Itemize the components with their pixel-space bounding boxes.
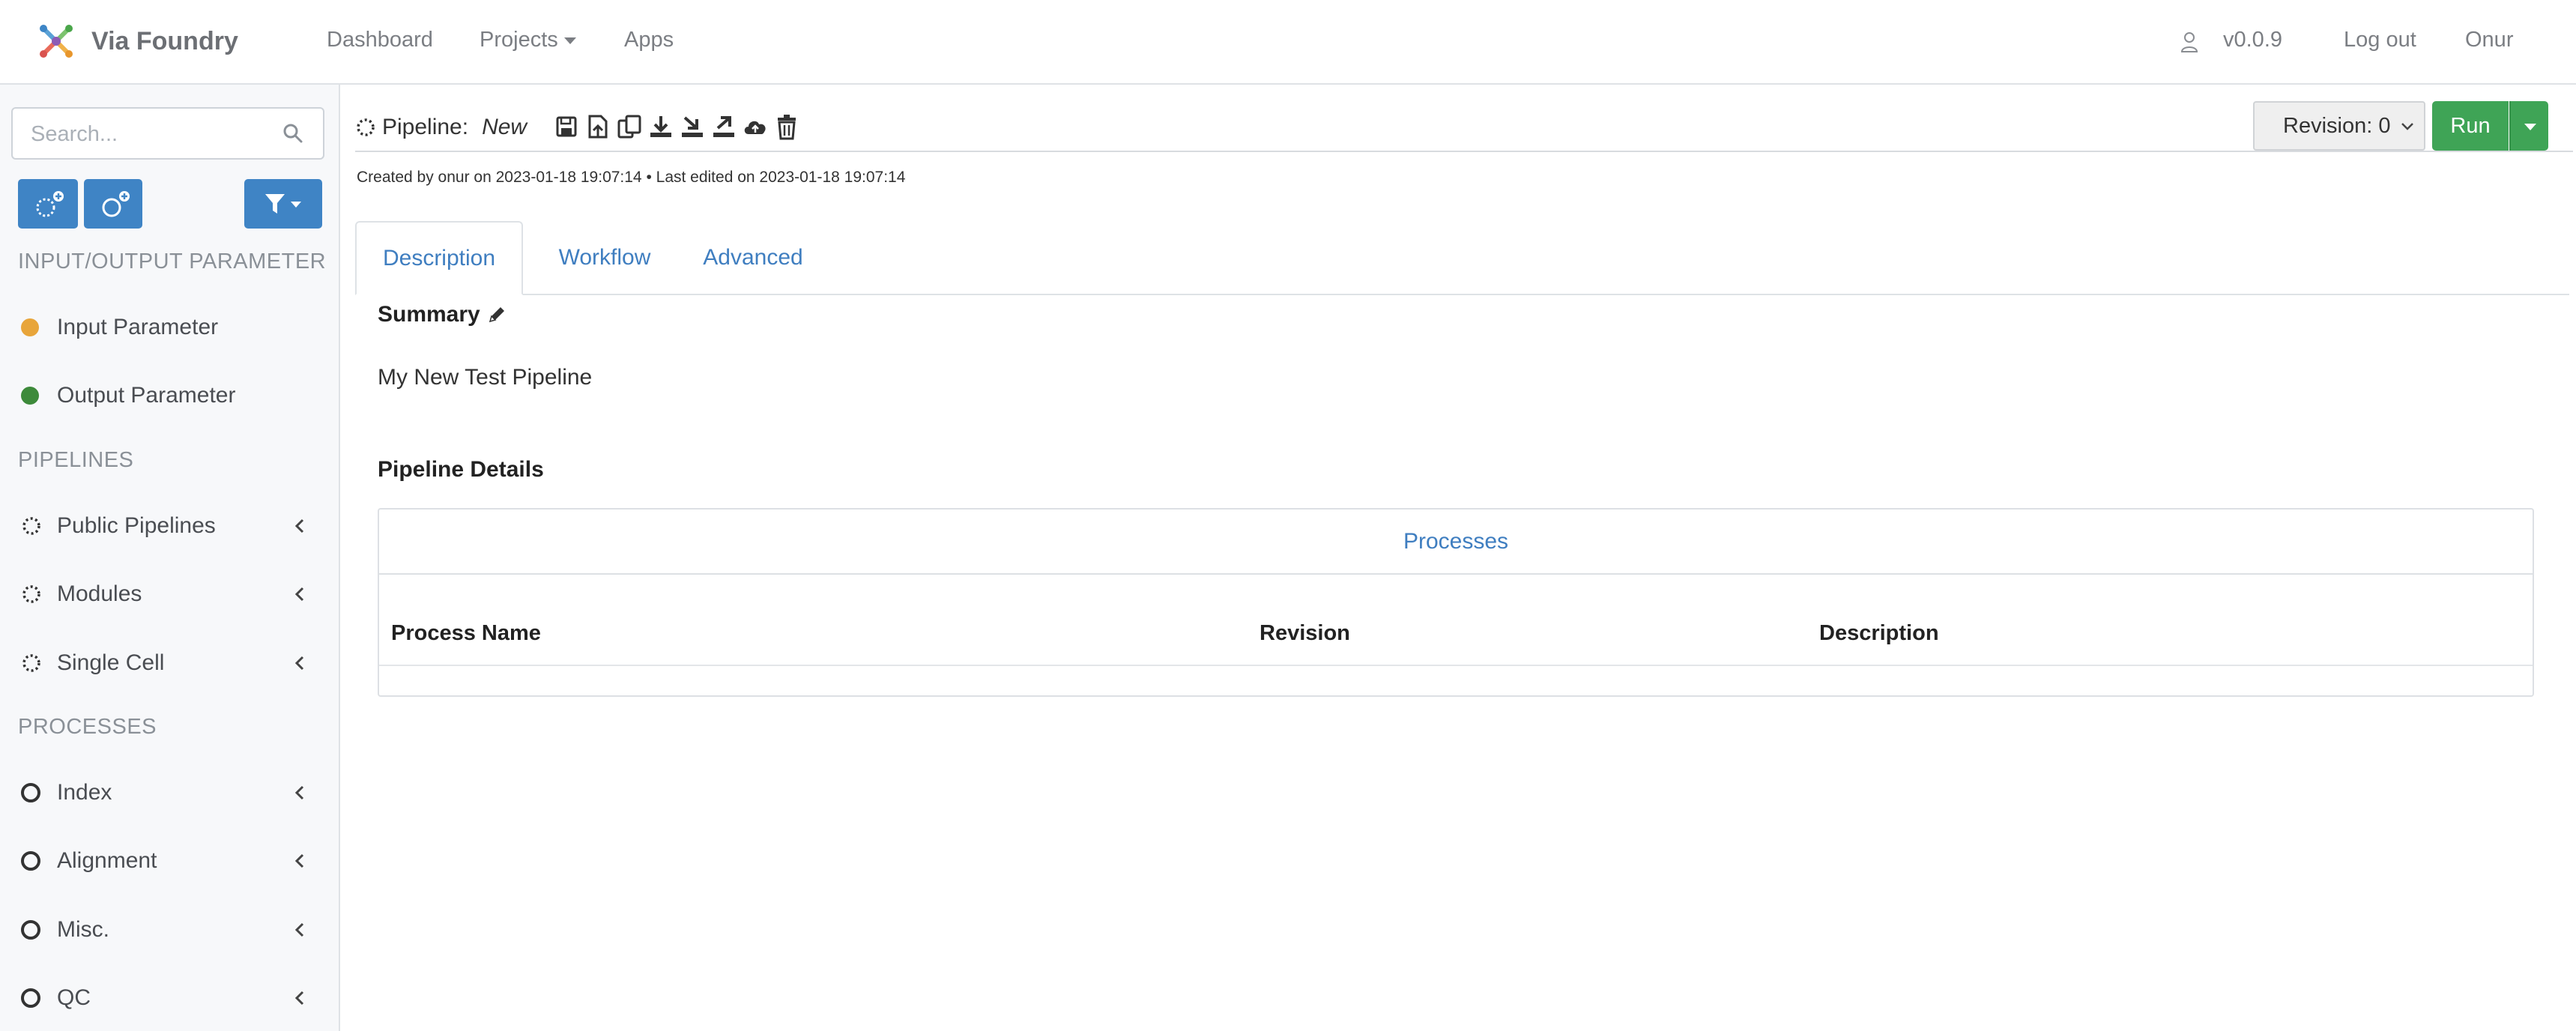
caret-down-icon (2524, 124, 2536, 130)
sidebar-item-public-pipelines[interactable]: Public Pipelines (0, 504, 337, 548)
add-process-button[interactable] (84, 179, 142, 229)
section-pipelines-heading: PIPELINES (18, 448, 134, 472)
pipeline-tabs: Description Workflow Advanced (355, 221, 2569, 295)
sidebar-item-qc[interactable]: QC (0, 976, 337, 1021)
run-dropdown-toggle[interactable] (2509, 101, 2548, 151)
process-icon (21, 920, 40, 940)
chevron-down-icon (2401, 123, 2413, 130)
sidebar-item-alignment[interactable]: Alignment (0, 838, 337, 883)
process-icon (21, 988, 40, 1008)
output-parameter-dot-icon (21, 387, 39, 405)
summary-text: My New Test Pipeline (378, 365, 593, 390)
tab-advanced[interactable]: Advanced (680, 221, 826, 294)
pipeline-label: Pipeline: (382, 115, 469, 139)
trash-icon[interactable] (772, 112, 802, 142)
summary-title: Summary (378, 302, 480, 327)
download-icon[interactable] (646, 112, 676, 142)
chevron-left-icon (294, 853, 304, 868)
cloud-upload-icon[interactable] (740, 112, 770, 142)
main-content: Pipeline: New Revision: 0 Run Created by… (340, 85, 2576, 1031)
save-icon[interactable] (551, 112, 581, 142)
pipeline-meta: Created by onur on 2023-01-18 19:07:14 •… (357, 169, 906, 186)
search-icon[interactable] (282, 123, 303, 144)
sidebar-item-label: QC (57, 985, 91, 1010)
sidebar-item-label: Alignment (57, 848, 157, 873)
sidebar-item-label: Input Parameter (57, 315, 219, 339)
filter-icon (265, 194, 301, 214)
summary-heading: Summary (378, 302, 507, 327)
sidebar-item-single-cell[interactable]: Single Cell (0, 641, 337, 686)
section-processes-heading: PROCESSES (18, 715, 157, 739)
user-menu[interactable]: Onur (2465, 28, 2513, 52)
chevron-left-icon (294, 991, 304, 1006)
search-input[interactable] (29, 109, 272, 160)
processes-panel: Processes Process Name Revision Descript… (378, 508, 2534, 697)
brand-name: Via Foundry (91, 26, 238, 55)
via-foundry-logo-icon (40, 25, 73, 58)
sidebar-item-modules[interactable]: Modules (0, 572, 337, 617)
revision-value: Revision: 0 (2283, 113, 2391, 138)
brand[interactable]: Via Foundry (36, 21, 238, 61)
sidebar-item-output-parameter[interactable]: Output Parameter (0, 373, 337, 418)
version-label: v0.0.9 (2223, 28, 2282, 52)
sidebar-item-label: Single Cell (57, 650, 165, 675)
import-icon[interactable] (709, 112, 739, 142)
nav-projects[interactable]: Projects (480, 28, 576, 52)
sidebar-item-misc[interactable]: Misc. (0, 907, 337, 952)
add-pipeline-icon (36, 191, 64, 217)
pipeline-icon (22, 517, 40, 535)
process-icon (21, 783, 40, 802)
sidebar-item-label: Index (57, 780, 112, 805)
revision-select[interactable]: Revision: 0 (2253, 101, 2425, 151)
add-pipeline-button[interactable] (18, 179, 78, 229)
column-description[interactable]: Description (1819, 621, 1939, 646)
pipeline-icon (357, 118, 375, 136)
sidebar-item-label: Modules (57, 581, 142, 606)
sidebar-item-index[interactable]: Index (0, 770, 337, 815)
processes-panel-header[interactable]: Processes (379, 510, 2533, 575)
filter-dropdown-button[interactable] (244, 179, 322, 229)
chevron-left-icon (294, 922, 304, 937)
chevron-left-icon (294, 656, 304, 671)
nav-dashboard[interactable]: Dashboard (327, 28, 433, 52)
pipeline-icon (22, 654, 40, 672)
caret-down-icon (563, 37, 576, 44)
chevron-left-icon (294, 587, 304, 602)
duplicate-icon[interactable] (614, 112, 644, 142)
save-as-icon[interactable] (583, 112, 613, 142)
pipeline-details-heading: Pipeline Details (378, 457, 544, 482)
process-icon (21, 851, 40, 871)
tab-workflow[interactable]: Workflow (530, 221, 679, 294)
top-navbar: Via Foundry Dashboard Projects Apps v0.0… (0, 0, 2576, 85)
section-io-heading: INPUT/OUTPUT PARAMETER (18, 250, 327, 273)
run-button[interactable]: Run (2432, 101, 2509, 151)
sidebar-item-input-parameter[interactable]: Input Parameter (0, 305, 337, 350)
export-icon[interactable] (677, 112, 707, 142)
sidebar-item-label: Public Pipelines (57, 513, 216, 538)
pipeline-icon (22, 585, 40, 603)
header-divider (355, 151, 2573, 152)
pipeline-header: Pipeline: New (355, 115, 527, 140)
pipeline-toolbar (551, 112, 803, 142)
tab-description[interactable]: Description (355, 221, 523, 295)
pipeline-name[interactable]: New (482, 115, 527, 140)
input-parameter-dot-icon (21, 318, 39, 336)
sidebar-item-label: Misc. (57, 917, 109, 942)
column-process-name[interactable]: Process Name (391, 621, 541, 646)
table-header-divider (379, 665, 2533, 666)
add-process-icon (102, 191, 130, 217)
pencil-icon[interactable] (486, 304, 507, 325)
chevron-left-icon (294, 785, 304, 800)
column-revision[interactable]: Revision (1260, 621, 1350, 646)
search-box (11, 107, 324, 160)
nav-apps[interactable]: Apps (624, 28, 674, 52)
sidebar: INPUT/OUTPUT PARAMETER Input Parameter O… (0, 85, 340, 1031)
user-icon (2180, 32, 2198, 52)
nav-projects-label: Projects (480, 28, 558, 52)
chevron-left-icon (294, 518, 304, 533)
logout-link[interactable]: Log out (2344, 28, 2416, 52)
sidebar-item-label: Output Parameter (57, 383, 236, 408)
